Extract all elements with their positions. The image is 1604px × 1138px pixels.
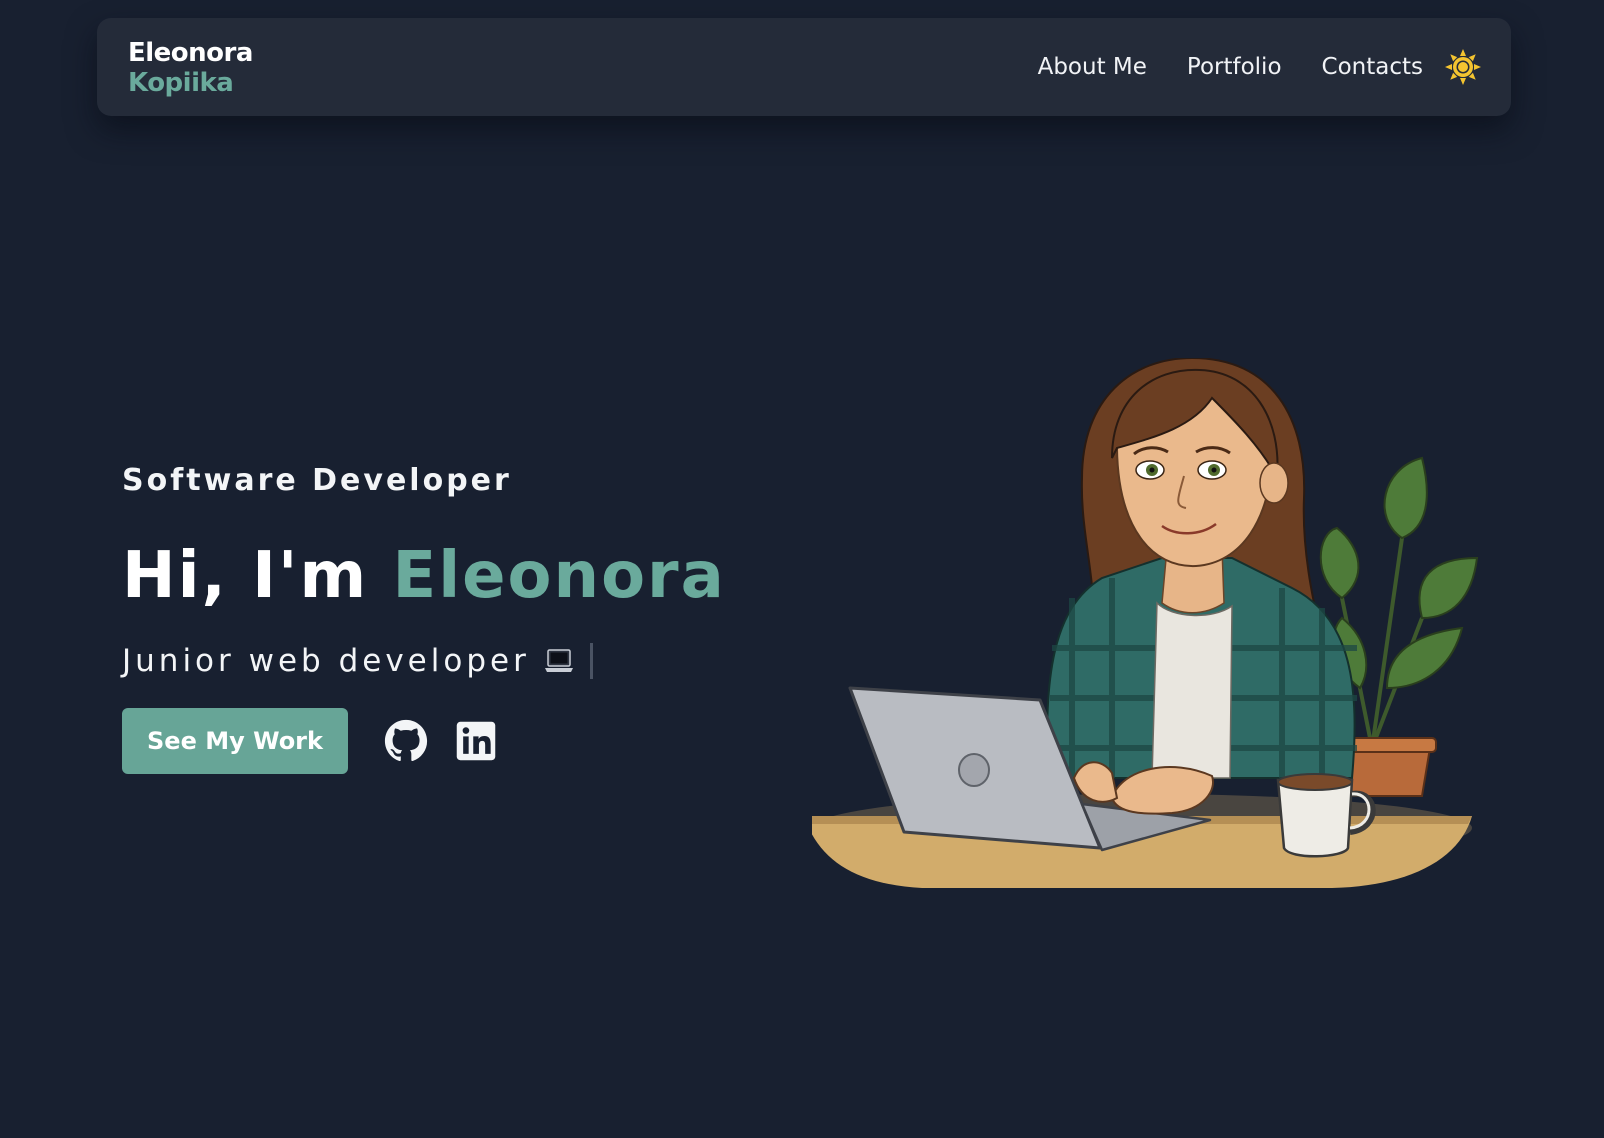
github-icon[interactable] bbox=[384, 719, 428, 763]
hero-greeting: Hi, I'm Eleonora bbox=[122, 538, 726, 614]
linkedin-icon[interactable] bbox=[454, 719, 498, 763]
sun-icon[interactable] bbox=[1443, 47, 1483, 87]
nav-links: About Me Portfolio Contacts bbox=[1038, 18, 1423, 116]
logo-last-name: Kopiika bbox=[128, 68, 234, 98]
subtitle-text: Junior web developer bbox=[122, 643, 530, 679]
typing-caret bbox=[589, 643, 593, 679]
navbar: Eleonora Kopiika About Me Portfolio Cont… bbox=[97, 18, 1511, 116]
hero-section: Software Developer Hi, I'm Eleonora Juni… bbox=[122, 463, 742, 774]
greeting-prefix: Hi, I'm bbox=[122, 539, 393, 613]
cta-row: See My Work bbox=[122, 708, 498, 774]
hero-subtitle: Junior web developer bbox=[122, 643, 593, 679]
site-logo[interactable]: Eleonora Kopiika bbox=[128, 38, 253, 98]
laptop-emoji-icon bbox=[544, 646, 574, 676]
logo-first-name: Eleonora bbox=[128, 38, 253, 68]
see-my-work-button[interactable]: See My Work bbox=[122, 708, 348, 774]
nav-link-contacts[interactable]: Contacts bbox=[1322, 54, 1423, 80]
nav-link-about-me[interactable]: About Me bbox=[1038, 54, 1147, 80]
developer-illustration bbox=[804, 356, 1512, 898]
role-heading: Software Developer bbox=[122, 463, 512, 498]
nav-link-portfolio[interactable]: Portfolio bbox=[1187, 54, 1282, 80]
greeting-name: Eleonora bbox=[392, 539, 726, 613]
